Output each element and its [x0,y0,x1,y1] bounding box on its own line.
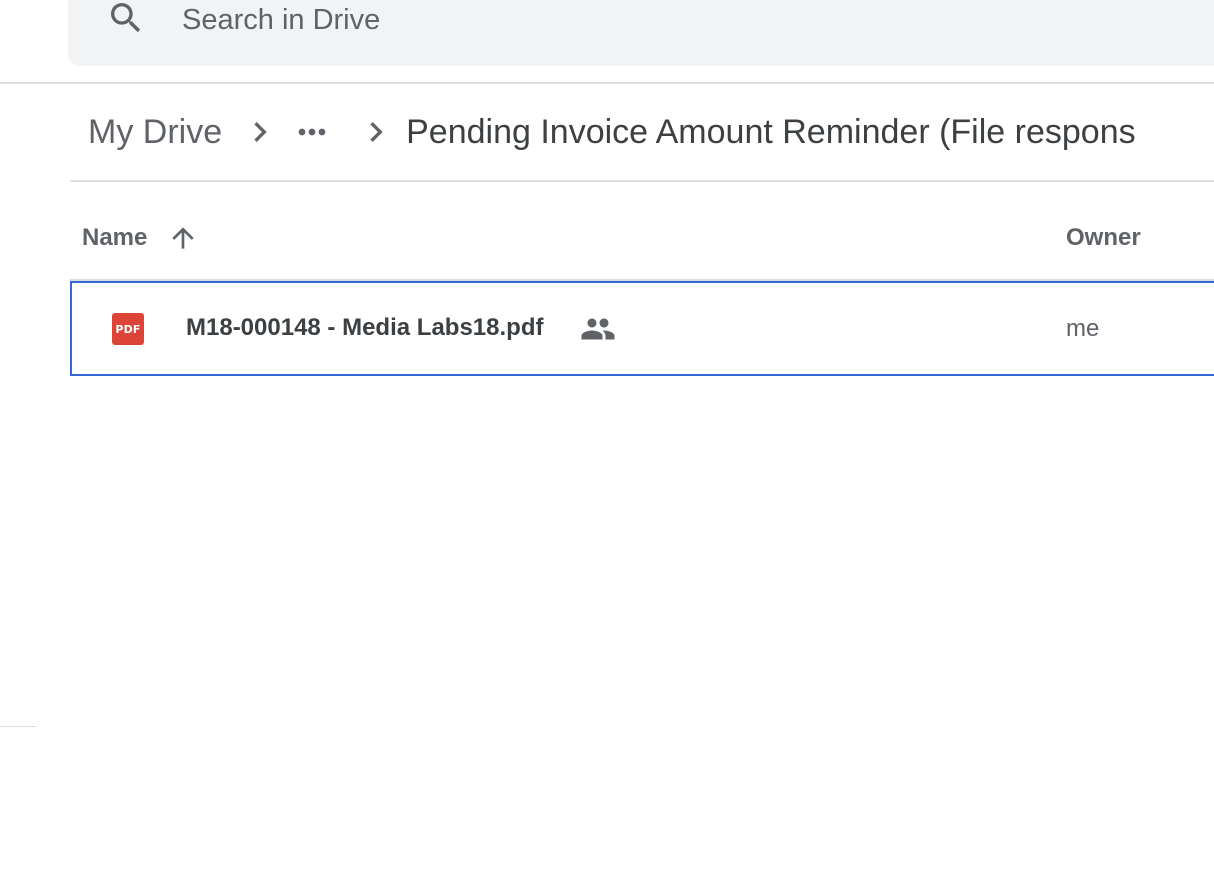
column-name-label: Name [82,224,148,251]
breadcrumb: My Drive Pending Invoice Amount Reminder… [70,84,1214,180]
breadcrumb-current-folder[interactable]: Pending Invoice Amount Reminder (File re… [396,105,1146,160]
pdf-icon: PDF [112,313,144,345]
people-icon [581,318,615,340]
column-owner-label: Owner [1066,224,1141,251]
more-horiz-icon[interactable] [284,112,340,152]
column-name-header[interactable]: Name [82,222,199,254]
drive-page: My Drive Pending Invoice Amount Reminder… [0,0,1214,886]
file-owner: me [1066,315,1100,342]
breadcrumb-divider [70,180,1214,182]
file-row[interactable]: PDF M18-000148 - Media Labs18.pdf me [70,281,1214,376]
breadcrumb-my-drive[interactable]: My Drive [70,105,240,160]
pdf-icon-label: PDF [115,322,141,336]
column-header: Name Owner [70,196,1214,280]
chevron-right-icon [240,112,280,152]
search-input[interactable] [182,0,1082,40]
search-bar[interactable] [68,0,1214,66]
file-name: M18-000148 - Media Labs18.pdf [186,314,544,341]
chevron-right-icon [356,112,396,152]
sidebar-divider [0,726,36,727]
column-owner-header[interactable]: Owner [1066,224,1141,252]
search-icon[interactable] [106,0,146,38]
arrow-upward-icon[interactable] [167,222,199,254]
